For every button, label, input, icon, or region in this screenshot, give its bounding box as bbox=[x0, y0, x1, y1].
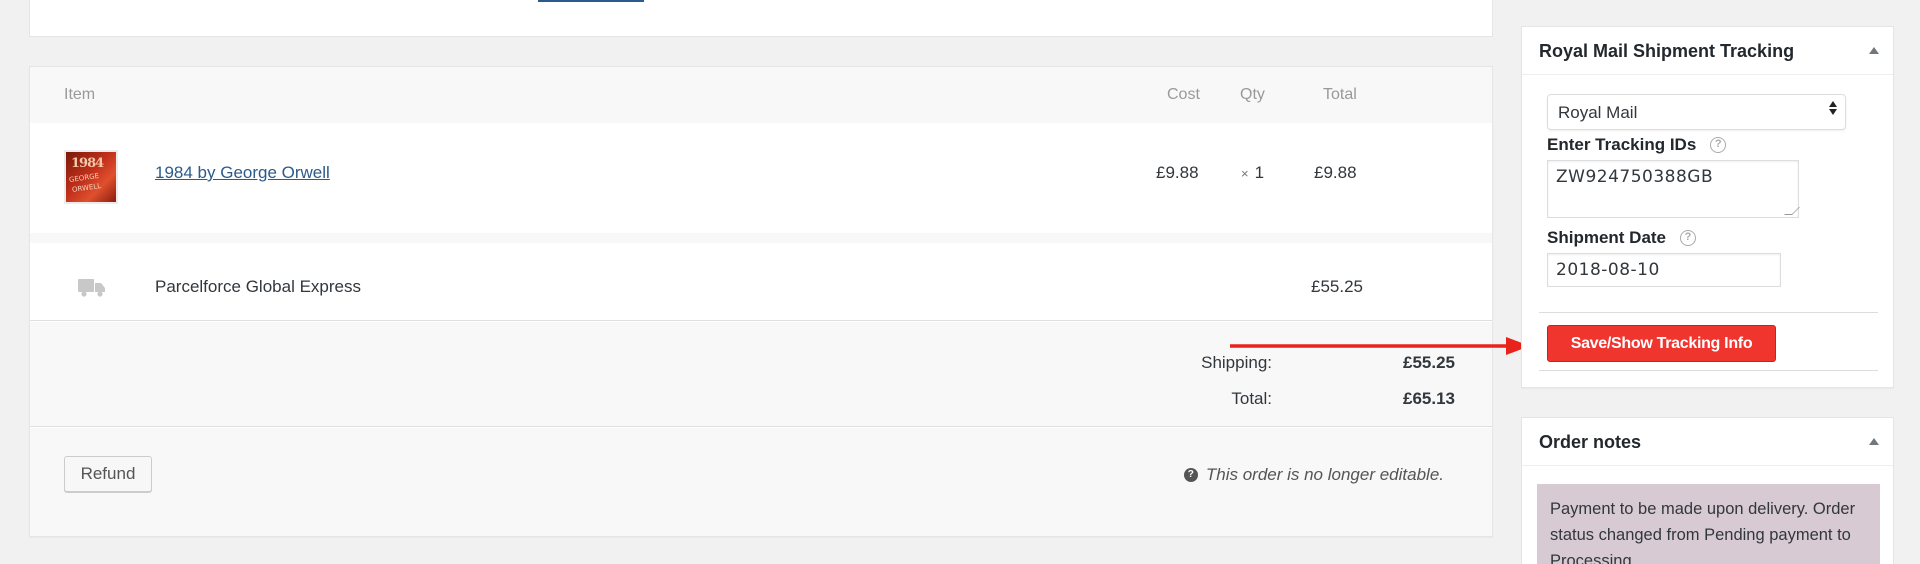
header-qty: Qty bbox=[1240, 86, 1265, 103]
line-item-row: 1984 GEORGE ORWELL 1984 by George Orwell… bbox=[30, 123, 1492, 235]
order-details-panel bbox=[29, 0, 1493, 37]
collapse-arrow-icon[interactable] bbox=[1869, 47, 1879, 54]
item-qty: × 1 bbox=[1241, 163, 1265, 182]
divider bbox=[1539, 370, 1878, 371]
header-cost: Cost bbox=[1167, 86, 1200, 103]
item-cost: £9.88 bbox=[1156, 163, 1199, 182]
item-total: £9.88 bbox=[1314, 163, 1357, 182]
order-total-value: £65.13 bbox=[1403, 389, 1455, 408]
truck-icon bbox=[78, 279, 105, 297]
collapse-arrow-icon[interactable] bbox=[1869, 438, 1879, 445]
carrier-selected-value: Royal Mail bbox=[1558, 103, 1638, 122]
tracking-ids-textarea[interactable]: ZW924750388GB bbox=[1547, 160, 1800, 218]
help-question-icon[interactable]: ? bbox=[1680, 230, 1697, 246]
help-icon: ? bbox=[1183, 468, 1198, 482]
annotation-arrow-icon bbox=[1230, 337, 1530, 355]
shipping-row: Parcelforce Global Express £55.25 bbox=[30, 243, 1492, 321]
carrier-select[interactable]: Royal Mail bbox=[1547, 94, 1846, 130]
resize-handle-icon[interactable] bbox=[1784, 207, 1800, 215]
product-thumbnail[interactable]: 1984 GEORGE ORWELL bbox=[64, 150, 118, 204]
shipping-method-name: Parcelforce Global Express bbox=[155, 277, 361, 296]
royal-mail-tracking-panel: Royal Mail Shipment Tracking Royal Mail … bbox=[1521, 26, 1894, 388]
select-arrows-icon bbox=[1829, 101, 1837, 115]
row-spacer bbox=[30, 233, 1492, 243]
items-table-header: Item Cost Qty Total bbox=[30, 67, 1492, 123]
not-editable-notice: ? This order is no longer editable. bbox=[1183, 465, 1444, 485]
partial-link-underline bbox=[538, 0, 644, 2]
order-note: Payment to be made upon delivery. Order … bbox=[1537, 484, 1880, 564]
order-actions: Refund ? This order is no longer editabl… bbox=[30, 428, 1492, 536]
order-total-label: Total: bbox=[1231, 389, 1272, 408]
order-notes-panel: Order notes Payment to be made upon deli… bbox=[1521, 417, 1894, 564]
shipment-date-label: Shipment Date ? bbox=[1547, 228, 1697, 248]
tracking-ids-label: Enter Tracking IDs ? bbox=[1547, 135, 1727, 155]
panel-title: Royal Mail Shipment Tracking bbox=[1539, 41, 1795, 61]
header-item: Item bbox=[64, 86, 96, 103]
order-items-panel: Item Cost Qty Total 1984 GEORGE ORWELL 1… bbox=[29, 66, 1493, 537]
not-editable-text: This order is no longer editable. bbox=[1205, 465, 1444, 484]
panel-header[interactable]: Royal Mail Shipment Tracking bbox=[1522, 27, 1893, 75]
shipping-cost: £55.25 bbox=[1311, 277, 1363, 296]
refund-button[interactable]: Refund bbox=[64, 456, 152, 492]
product-link[interactable]: 1984 by George Orwell bbox=[155, 163, 330, 183]
save-tracking-button[interactable]: Save/Show Tracking Info bbox=[1547, 325, 1776, 362]
header-total: Total bbox=[1323, 86, 1357, 103]
shipment-date-input[interactable]: 2018-08-10 bbox=[1547, 253, 1781, 287]
panel-title: Order notes bbox=[1539, 432, 1642, 452]
help-question-icon[interactable]: ? bbox=[1710, 137, 1727, 153]
divider bbox=[1539, 312, 1878, 313]
panel-header[interactable]: Order notes bbox=[1522, 418, 1893, 466]
